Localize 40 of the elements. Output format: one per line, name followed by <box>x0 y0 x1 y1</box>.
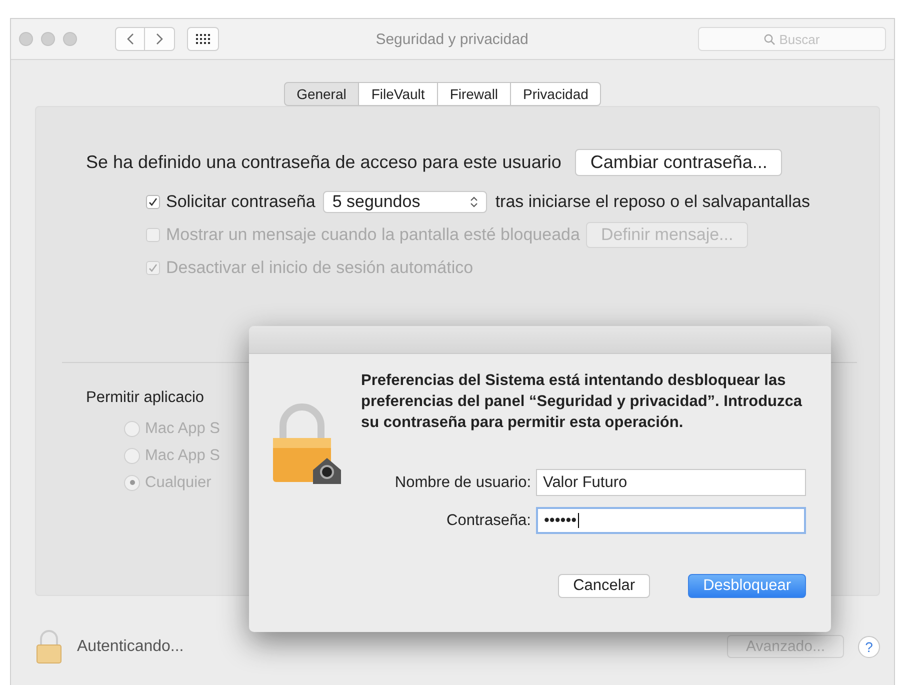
dialog-message: Preferencias del Sistema está intentando desbloquear las preferencias del panel “Seguridad y privacidad”. Introduzca su contraseña para permitir esta operación. <box>361 371 804 433</box>
checkbox-label: Desactivar el inicio de sesión automático <box>166 258 474 278</box>
change-password-button[interactable]: Cambiar contraseña... <box>575 148 782 176</box>
lock-icon[interactable] <box>35 630 63 664</box>
updown-icon <box>470 196 478 208</box>
tab[interactable]: Firewall <box>438 82 512 106</box>
window-title: Seguridad y privacidad <box>374 30 530 48</box>
radio-button[interactable] <box>124 474 140 490</box>
password-status-text: Se ha definido una contraseña de acceso para este usuario <box>86 152 562 172</box>
radio-button[interactable] <box>124 448 140 464</box>
delay-dropdown[interactable]: 5 segundos <box>323 190 488 212</box>
radio-label: Mac App S <box>145 446 220 464</box>
forward-icon <box>156 33 164 45</box>
tab[interactable]: General <box>284 82 360 106</box>
checkbox[interactable] <box>146 194 160 208</box>
back-button[interactable] <box>115 27 145 51</box>
close-button[interactable] <box>19 32 33 46</box>
radio-button[interactable] <box>124 420 140 436</box>
help-button[interactable]: ? <box>858 636 880 658</box>
password-field[interactable]: •••••• <box>536 507 806 534</box>
username-label: Nombre de usuario: <box>394 474 531 492</box>
username-field[interactable]: Valor Futuro <box>536 469 806 496</box>
back-icon <box>126 33 134 45</box>
zoom-button[interactable] <box>63 32 77 46</box>
minimize-button[interactable] <box>41 32 55 46</box>
forward-button[interactable] <box>145 27 175 51</box>
checkbox-label: Mostrar un mensaje cuando la pantalla esté bloqueada <box>166 224 580 244</box>
tab[interactable]: Privacidad <box>511 82 602 106</box>
show-all-button[interactable] <box>187 27 219 51</box>
cancel-button[interactable]: Cancelar <box>558 574 650 598</box>
tab[interactable]: FileVault <box>359 82 438 106</box>
radio-label: Mac App S <box>145 420 220 438</box>
status-text: Autenticando... <box>77 638 184 656</box>
allow-apps-label: Permitir aplicacio <box>86 389 204 407</box>
radio-label: Cualquier <box>145 474 212 492</box>
delay-description: tras iniciarse el reposo o el salvapantallas <box>495 192 810 212</box>
search-icon <box>764 34 776 44</box>
checkbox-label: Solicitar contraseña <box>166 192 316 212</box>
password-label: Contraseña: <box>446 512 531 530</box>
grid-icon <box>196 34 210 44</box>
